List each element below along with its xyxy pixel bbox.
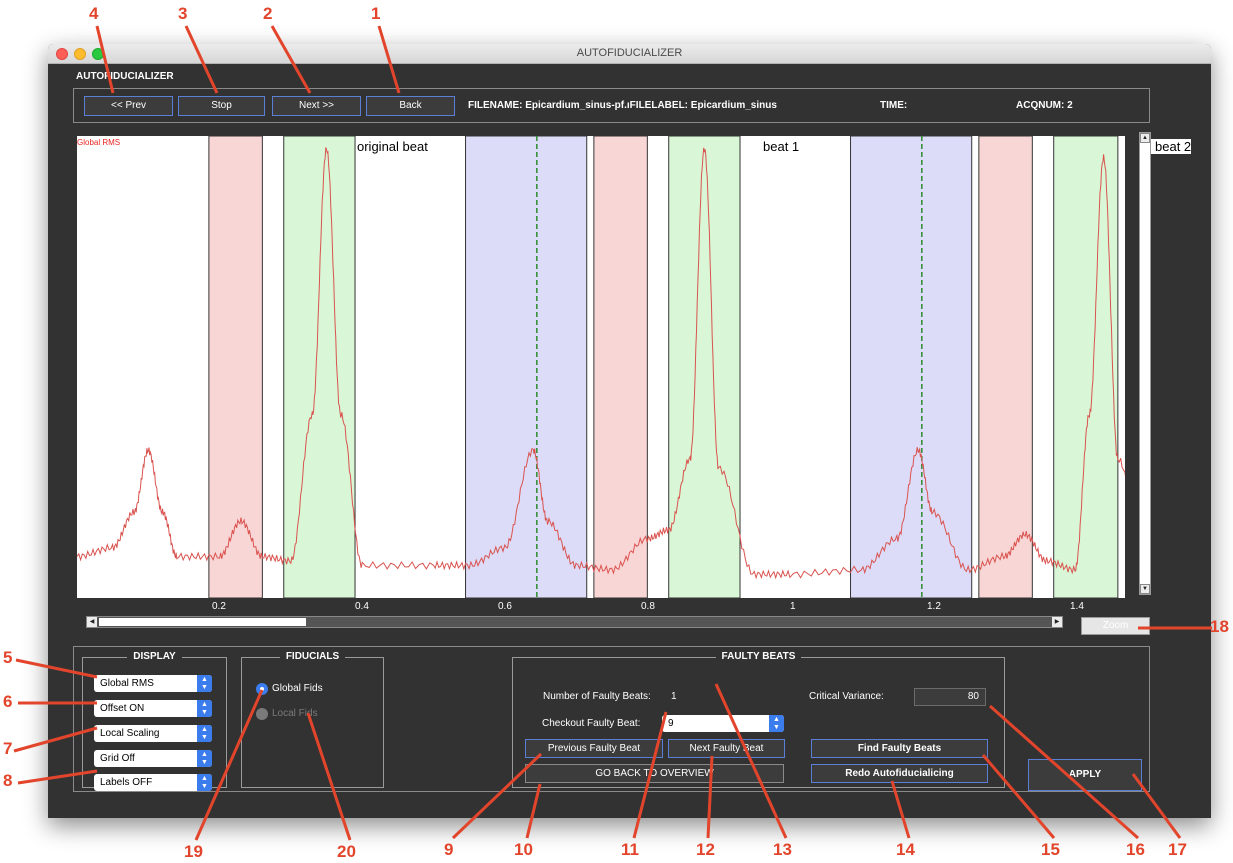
annotation-number: 18 (1210, 617, 1229, 636)
annotation-line (714, 683, 788, 839)
annotation-number: 2 (263, 4, 273, 23)
annotation-number: 3 (178, 4, 188, 23)
annotation-line (890, 780, 911, 839)
annotation-line (525, 783, 542, 839)
annotation-number: 15 (1041, 840, 1060, 859)
screenshot-root: AUTOFIDUCIALIZER AUTOFIDUCIALIZER << Pre… (0, 0, 1233, 863)
annotation-line (632, 711, 668, 839)
annotation-number: 12 (696, 840, 715, 859)
annotation-number: 10 (514, 840, 533, 859)
annotation-number: 16 (1126, 840, 1145, 859)
annotation-line (989, 704, 1139, 840)
annotation-number: 5 (3, 648, 13, 667)
annotation-line (13, 726, 98, 753)
annotation-number: 6 (3, 692, 13, 711)
annotation-line (1131, 773, 1182, 839)
annotation-line (377, 25, 401, 94)
annotation-number: 17 (1168, 840, 1187, 859)
annotation-line (15, 658, 98, 679)
annotation-number: 4 (89, 4, 99, 23)
annotation-line (706, 755, 714, 839)
annotation-line (184, 25, 219, 94)
annotation-number: 11 (621, 840, 639, 859)
annotation-line (306, 712, 352, 841)
annotation-number: 1 (371, 4, 381, 23)
annotation-line (981, 754, 1056, 839)
annotation-line (17, 769, 98, 785)
annotation-number: 14 (896, 840, 915, 859)
annotation-number: 9 (444, 840, 454, 859)
annotation-number: 20 (337, 842, 356, 861)
annotation-lines (13, 25, 1212, 841)
annotation-number: 7 (3, 739, 13, 758)
annotation-number: 13 (773, 840, 792, 859)
annotation-line (194, 689, 264, 841)
annotation-line (270, 25, 312, 94)
annotation-number: 19 (184, 842, 203, 861)
annotation-line (451, 752, 543, 840)
annotation-line (95, 25, 115, 94)
annotation-number: 8 (3, 771, 13, 790)
